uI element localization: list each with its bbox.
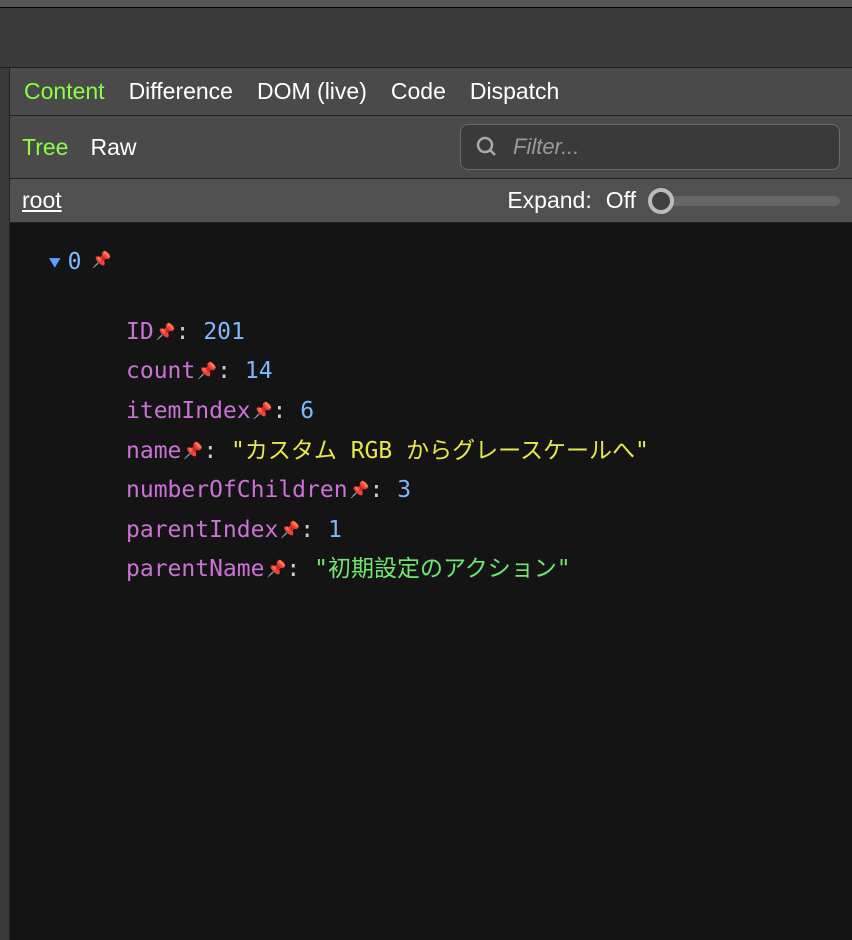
entry-colon: : bbox=[369, 477, 397, 503]
entry-value: 201 bbox=[203, 319, 245, 345]
tree-view: ▼ 0 📌 ID📌: 201count📌: 14itemIndex📌: 6nam… bbox=[10, 223, 852, 940]
entry-key: name bbox=[126, 438, 181, 464]
breadcrumb-root[interactable]: root bbox=[22, 187, 62, 214]
tree-entry: name📌: "カスタム RGB からグレースケールへ" bbox=[126, 434, 840, 470]
entry-colon: : bbox=[217, 358, 245, 384]
entry-key: count bbox=[126, 358, 195, 384]
expand-state: Off bbox=[606, 187, 636, 214]
entry-key: parentIndex bbox=[126, 517, 278, 543]
pin-icon[interactable]: 📌 bbox=[266, 559, 286, 578]
tree-entry: parentIndex📌: 1 bbox=[126, 513, 840, 549]
entry-value: 14 bbox=[245, 358, 273, 384]
pin-icon[interactable]: 📌 bbox=[156, 322, 176, 341]
pin-icon[interactable]: 📌 bbox=[197, 361, 217, 380]
filter-field[interactable] bbox=[460, 124, 840, 170]
tab-content[interactable]: Content bbox=[24, 78, 105, 105]
tab-code[interactable]: Code bbox=[391, 78, 446, 105]
tree-node-root[interactable]: ▼ 0 📌 bbox=[50, 245, 840, 281]
tree-entry: count📌: 14 bbox=[126, 354, 840, 390]
expand-label: Expand: bbox=[507, 187, 591, 214]
pin-icon[interactable]: 📌 bbox=[350, 480, 370, 499]
expand-slider[interactable] bbox=[650, 196, 840, 206]
entry-key: parentName bbox=[126, 556, 264, 582]
entry-key: itemIndex bbox=[126, 398, 251, 424]
entry-colon: : bbox=[203, 438, 231, 464]
search-icon bbox=[475, 135, 499, 159]
expand-slider-knob[interactable] bbox=[648, 188, 674, 214]
pin-icon[interactable]: 📌 bbox=[253, 401, 273, 420]
tab-dom-live[interactable]: DOM (live) bbox=[257, 78, 367, 105]
entry-value: 6 bbox=[300, 398, 314, 424]
entry-value: 1 bbox=[328, 517, 342, 543]
tree-entry: parentName📌: "初期設定のアクション" bbox=[126, 552, 840, 588]
sub-tabs: Tree Raw bbox=[22, 134, 136, 161]
entry-colon: : bbox=[273, 398, 301, 424]
entry-key: ID bbox=[126, 319, 154, 345]
tree-entry: itemIndex📌: 6 bbox=[126, 394, 840, 430]
main-tabs: Content Difference DOM (live) Code Dispa… bbox=[10, 68, 852, 116]
disclosure-triangle-icon[interactable]: ▼ bbox=[49, 250, 61, 275]
pin-icon[interactable]: 📌 bbox=[183, 441, 203, 460]
entry-value: "カスタム RGB からグレースケールへ" bbox=[231, 438, 649, 464]
entry-colon: : bbox=[176, 319, 204, 345]
entry-colon: : bbox=[300, 517, 328, 543]
tree-node-index: 0 bbox=[68, 245, 82, 281]
subtab-tree[interactable]: Tree bbox=[22, 134, 68, 161]
entry-value: "初期設定のアクション" bbox=[314, 556, 571, 582]
tab-dispatch[interactable]: Dispatch bbox=[470, 78, 559, 105]
entry-value: 3 bbox=[397, 477, 411, 503]
tree-entry: ID📌: 201 bbox=[126, 315, 840, 351]
pin-icon[interactable]: 📌 bbox=[280, 520, 300, 539]
tab-difference[interactable]: Difference bbox=[129, 78, 233, 105]
pin-icon[interactable]: 📌 bbox=[92, 248, 112, 273]
filter-input[interactable] bbox=[513, 134, 825, 160]
entry-colon: : bbox=[286, 556, 314, 582]
gutter bbox=[0, 68, 10, 940]
tree-entry: numberOfChildren📌: 3 bbox=[126, 473, 840, 509]
tree-entries: ID📌: 201count📌: 14itemIndex📌: 6name📌: "カ… bbox=[126, 315, 840, 588]
subtab-raw[interactable]: Raw bbox=[90, 134, 136, 161]
entry-key: numberOfChildren bbox=[126, 477, 348, 503]
